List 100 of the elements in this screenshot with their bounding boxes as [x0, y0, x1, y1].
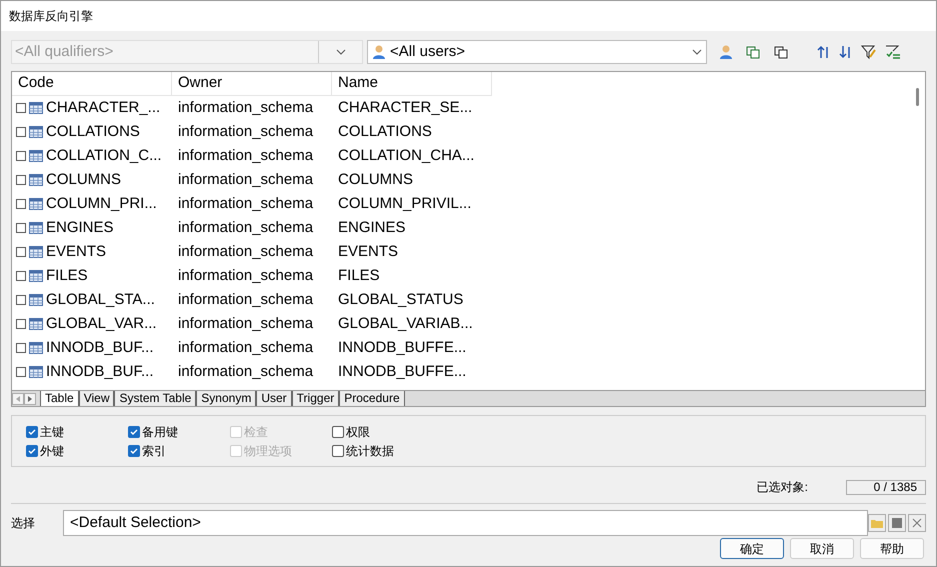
table-cell-text: ENGINES: [46, 218, 114, 238]
table-cell-text: ENGINES: [337, 218, 407, 238]
column-header[interactable]: Owner: [172, 72, 332, 96]
check-icon: [130, 428, 138, 436]
table-cell-text: COLLATIONS: [46, 122, 140, 142]
copy-icon[interactable]: [773, 44, 789, 60]
table-cell-text: INNODB_BUFFE...: [337, 362, 468, 382]
table-cell-text: information_schema: [177, 146, 314, 166]
selected-count: 0 / 1385: [846, 480, 926, 494]
column-header[interactable]: Code: [12, 72, 172, 96]
option-checkbox[interactable]: 统计数据: [332, 441, 434, 460]
table-icon: [29, 318, 43, 330]
row-checkbox[interactable]: [16, 319, 26, 329]
sort-up-icon[interactable]: [817, 44, 831, 60]
tab[interactable]: System Table: [114, 391, 196, 406]
dialog-button[interactable]: 帮助: [860, 538, 924, 559]
table-cell-text: COLUMN_PRI...: [46, 194, 157, 214]
row-checkbox[interactable]: [16, 223, 26, 233]
table-icon: [29, 174, 43, 186]
table-cell-text: EVENTS: [46, 242, 106, 262]
tab[interactable]: Synonym: [196, 391, 256, 406]
row-checkbox[interactable]: [16, 127, 26, 137]
table-cell-text: CHARACTER_...: [46, 98, 160, 118]
table-cell-text: information_schema: [177, 314, 314, 334]
table-cell-text: information_schema: [177, 98, 314, 118]
save-icon[interactable]: [888, 514, 906, 532]
option-checkbox[interactable]: 备用键: [128, 422, 230, 441]
scroll-right-button[interactable]: [24, 392, 36, 404]
table-cell-text: GLOBAL_VARIAB...: [337, 314, 474, 334]
table-icon: [29, 246, 43, 258]
table-cell-text: COLUMNS: [46, 170, 122, 190]
filter-icon[interactable]: [885, 44, 901, 60]
user-dropdown[interactable]: <All users>: [367, 40, 707, 64]
row-checkbox[interactable]: [16, 367, 26, 377]
qualifier-field[interactable]: <All qualifiers>: [12, 40, 318, 64]
table-cell-text: GLOBAL_STATUS: [337, 290, 464, 310]
column-header[interactable]: Name: [332, 72, 492, 96]
table-cell-text: INNODB_BUF...: [46, 362, 154, 382]
table-cell-text: INNODB_BUF...: [46, 338, 154, 358]
user-icon[interactable]: [719, 44, 733, 60]
row-checkbox[interactable]: [16, 199, 26, 209]
table-cell-text: information_schema: [177, 194, 314, 214]
table-cell-text: GLOBAL_VAR...: [46, 314, 157, 334]
qualifier-dropdown[interactable]: <All qualifiers>: [11, 40, 363, 64]
tab[interactable]: Trigger: [292, 391, 340, 406]
row-checkbox[interactable]: [16, 271, 26, 281]
table-cell-text: information_schema: [177, 338, 314, 358]
table-icon: [29, 366, 43, 378]
table-icon: [29, 270, 43, 282]
row-checkbox[interactable]: [16, 175, 26, 185]
user-icon: [372, 44, 386, 60]
option-checkbox[interactable]: 索引: [128, 441, 230, 460]
row-checkbox[interactable]: [16, 295, 26, 305]
table-icon: [29, 222, 43, 234]
table-icon: [29, 342, 43, 354]
check-icon: [28, 446, 36, 454]
close-icon[interactable]: [908, 514, 926, 532]
table-cell-text: GLOBAL_STA...: [46, 290, 155, 310]
row-checkbox[interactable]: [16, 343, 26, 353]
table-cell-text: COLUMNS: [337, 170, 414, 190]
table-cell-text: COLLATIONS: [337, 122, 433, 142]
tab[interactable]: User: [256, 391, 292, 406]
table-cell-text: information_schema: [177, 266, 314, 286]
option-checkbox[interactable]: 主键: [26, 422, 128, 441]
row-checkbox[interactable]: [16, 151, 26, 161]
row-checkbox[interactable]: [16, 103, 26, 113]
check-icon: [130, 446, 138, 454]
tab[interactable]: Table: [40, 391, 79, 406]
selection-field[interactable]: <Default Selection>: [63, 510, 868, 536]
table-cell-text: information_schema: [177, 218, 314, 238]
option-checkbox[interactable]: 权限: [332, 422, 434, 441]
row-checkbox[interactable]: [16, 247, 26, 257]
chevron-down-icon: [692, 49, 702, 55]
filter-icon[interactable]: [861, 44, 877, 60]
dialog-button[interactable]: 确定: [720, 538, 784, 559]
right-arrow-icon: [28, 396, 32, 402]
table-cell-text: COLLATION_C...: [46, 146, 162, 166]
table-cell-text: INNODB_BUFFE...: [337, 338, 468, 358]
table-icon: [29, 150, 43, 162]
table-cell-text: EVENTS: [337, 242, 400, 262]
tab[interactable]: View: [78, 391, 114, 406]
table-cell-text: COLUMN_PRIVIL...: [337, 194, 472, 214]
option-checkbox[interactable]: 外键: [26, 441, 128, 460]
left-arrow-icon: [16, 396, 20, 402]
check-icon: [28, 428, 36, 436]
table-icon: [29, 102, 43, 114]
table-icon: [29, 126, 43, 138]
sort-down-icon[interactable]: [839, 44, 853, 60]
window-title: 数据库反向引擎: [1, 1, 936, 31]
table-cell-text: information_schema: [177, 170, 314, 190]
table-cell-text: COLLATION_CHA...: [337, 146, 476, 166]
table-cell-text: information_schema: [177, 362, 314, 382]
tab[interactable]: Procedure: [339, 391, 405, 406]
table-icon: [29, 294, 43, 306]
chevron-down-icon: [336, 49, 346, 55]
table-cell-text: FILES: [337, 266, 381, 286]
table-cell-text: CHARACTER_SE...: [337, 98, 474, 118]
table-cell-text: information_schema: [177, 290, 314, 310]
dialog-button[interactable]: 取消: [790, 538, 854, 559]
table-cell-text: information_schema: [177, 242, 314, 262]
